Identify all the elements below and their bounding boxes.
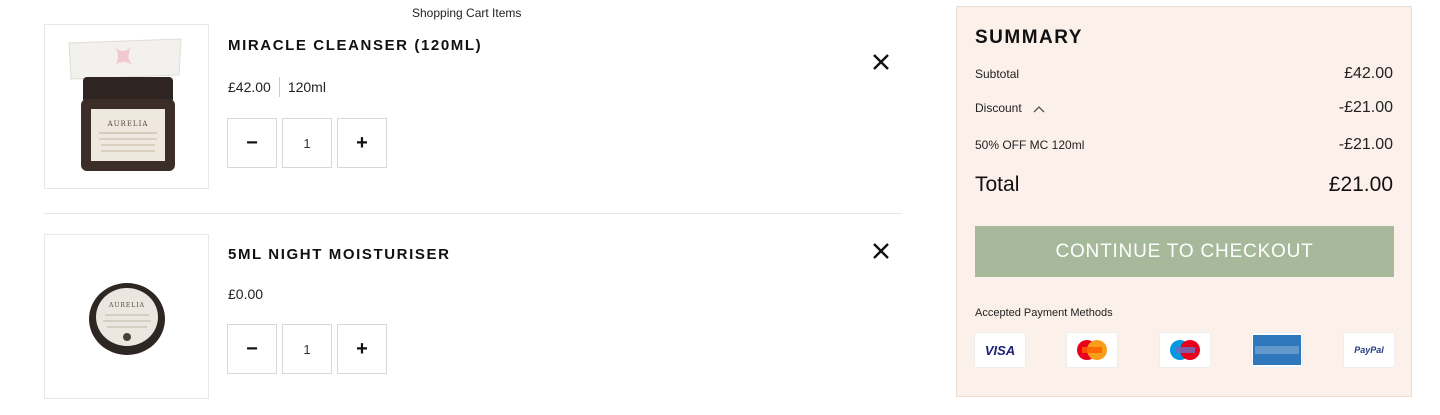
- discount-value: -£21.00: [1338, 99, 1393, 116]
- promo-row: 50% OFF MC 120ml -£21.00: [975, 136, 1393, 154]
- total-value: £21.00: [1328, 173, 1393, 196]
- moisturiser-tin-icon: AURELIA: [45, 235, 208, 398]
- paypal-icon: PayPal: [1344, 333, 1394, 367]
- total-label: Total: [975, 173, 1020, 196]
- remove-item-button[interactable]: [870, 51, 892, 73]
- product-size: 120ml: [287, 79, 326, 95]
- chevron-up-icon: [1033, 105, 1045, 113]
- quantity-stepper: − 1 +: [227, 118, 387, 168]
- product-image[interactable]: AURELIA: [44, 234, 209, 399]
- subtotal-value: £42.00: [1344, 65, 1393, 82]
- svg-text:AURELIA: AURELIA: [107, 120, 149, 128]
- cart-heading: Shopping Cart Items: [412, 6, 522, 20]
- payment-methods-label: Accepted Payment Methods: [975, 307, 1113, 319]
- quantity-value[interactable]: 1: [282, 118, 332, 168]
- total-row: Total £21.00: [975, 173, 1393, 197]
- mastercard-icon: [1067, 333, 1117, 367]
- increase-quantity-button[interactable]: +: [337, 324, 387, 374]
- order-summary-panel: SUMMARY Subtotal £42.00 Discount -£21.00…: [956, 6, 1412, 397]
- discount-toggle[interactable]: Discount: [975, 101, 1045, 115]
- quantity-stepper: − 1 +: [227, 324, 387, 374]
- price-row: £42.00 120ml: [228, 77, 326, 97]
- product-name[interactable]: MIRACLE CLEANSER (120ML): [228, 37, 482, 54]
- american-express-icon: [1252, 333, 1302, 367]
- product-name[interactable]: 5ML NIGHT MOISTURISER: [228, 246, 451, 263]
- product-price: £0.00: [228, 286, 264, 302]
- product-price: £42.00: [228, 79, 271, 95]
- cart-item: AURELIA 5ML NIGHT MOISTURISER £0.00 − 1 …: [44, 234, 902, 404]
- promo-label: 50% OFF MC 120ml: [975, 138, 1085, 152]
- quantity-value[interactable]: 1: [282, 324, 332, 374]
- close-icon: [873, 243, 889, 259]
- svg-text:AURELIA: AURELIA: [108, 302, 145, 309]
- summary-title: SUMMARY: [975, 27, 1083, 48]
- decrease-quantity-button[interactable]: −: [227, 118, 277, 168]
- price-row: £0.00: [228, 286, 263, 302]
- payment-methods: VISA PayPal: [973, 333, 1397, 367]
- visa-icon: VISA: [975, 333, 1025, 367]
- subtotal-row: Subtotal £42.00: [975, 65, 1393, 83]
- decrease-quantity-button[interactable]: −: [227, 324, 277, 374]
- maestro-icon: [1160, 333, 1210, 367]
- discount-row[interactable]: Discount -£21.00: [975, 99, 1393, 117]
- close-icon: [873, 54, 889, 70]
- product-image[interactable]: AURELIA: [44, 24, 209, 189]
- continue-to-checkout-button[interactable]: CONTINUE TO CHECKOUT: [975, 226, 1394, 277]
- divider: [278, 77, 280, 97]
- remove-item-button[interactable]: [870, 240, 892, 262]
- increase-quantity-button[interactable]: +: [337, 118, 387, 168]
- subtotal-label: Subtotal: [975, 67, 1020, 81]
- promo-value: -£21.00: [1338, 136, 1393, 153]
- cart-item: AURELIA MIRACLE CLEANSER (120ML) £42.00 …: [44, 24, 902, 214]
- cleanser-jar-icon: AURELIA: [45, 25, 208, 188]
- discount-label: Discount: [975, 101, 1022, 115]
